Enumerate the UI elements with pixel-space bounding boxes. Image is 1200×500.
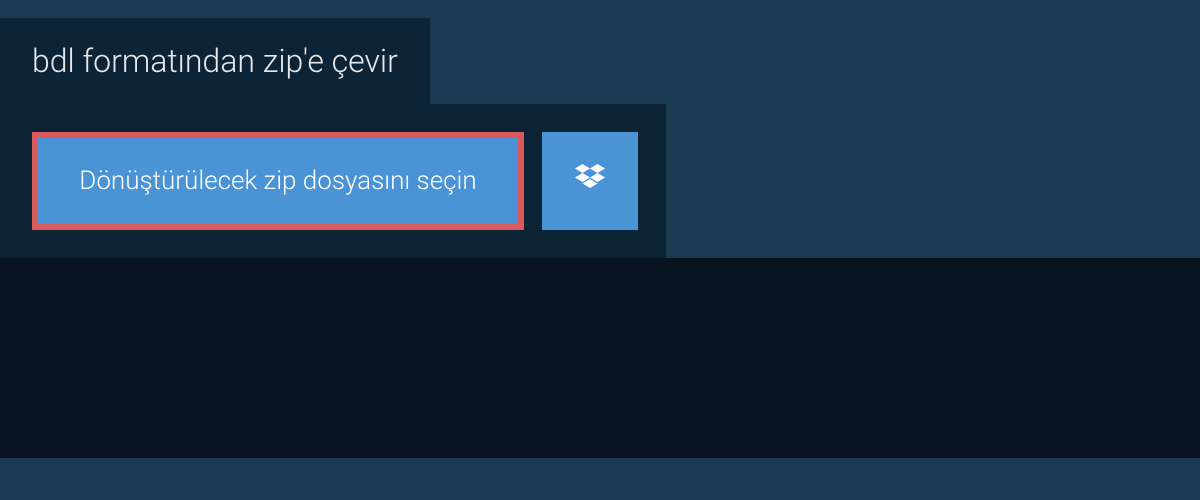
dropbox-button[interactable] [542,132,638,230]
bottom-area [0,258,1200,458]
tab-header: bdl formatından zip'e çevir [0,18,430,104]
dropbox-icon [572,161,608,201]
select-file-button[interactable]: Dönüştürülecek zip dosyasını seçin [32,132,524,230]
upload-panel: Dönüştürülecek zip dosyasını seçin [0,104,666,258]
select-file-label: Dönüştürülecek zip dosyasını seçin [79,166,476,196]
tab-title: bdl formatından zip'e çevir [32,42,398,80]
